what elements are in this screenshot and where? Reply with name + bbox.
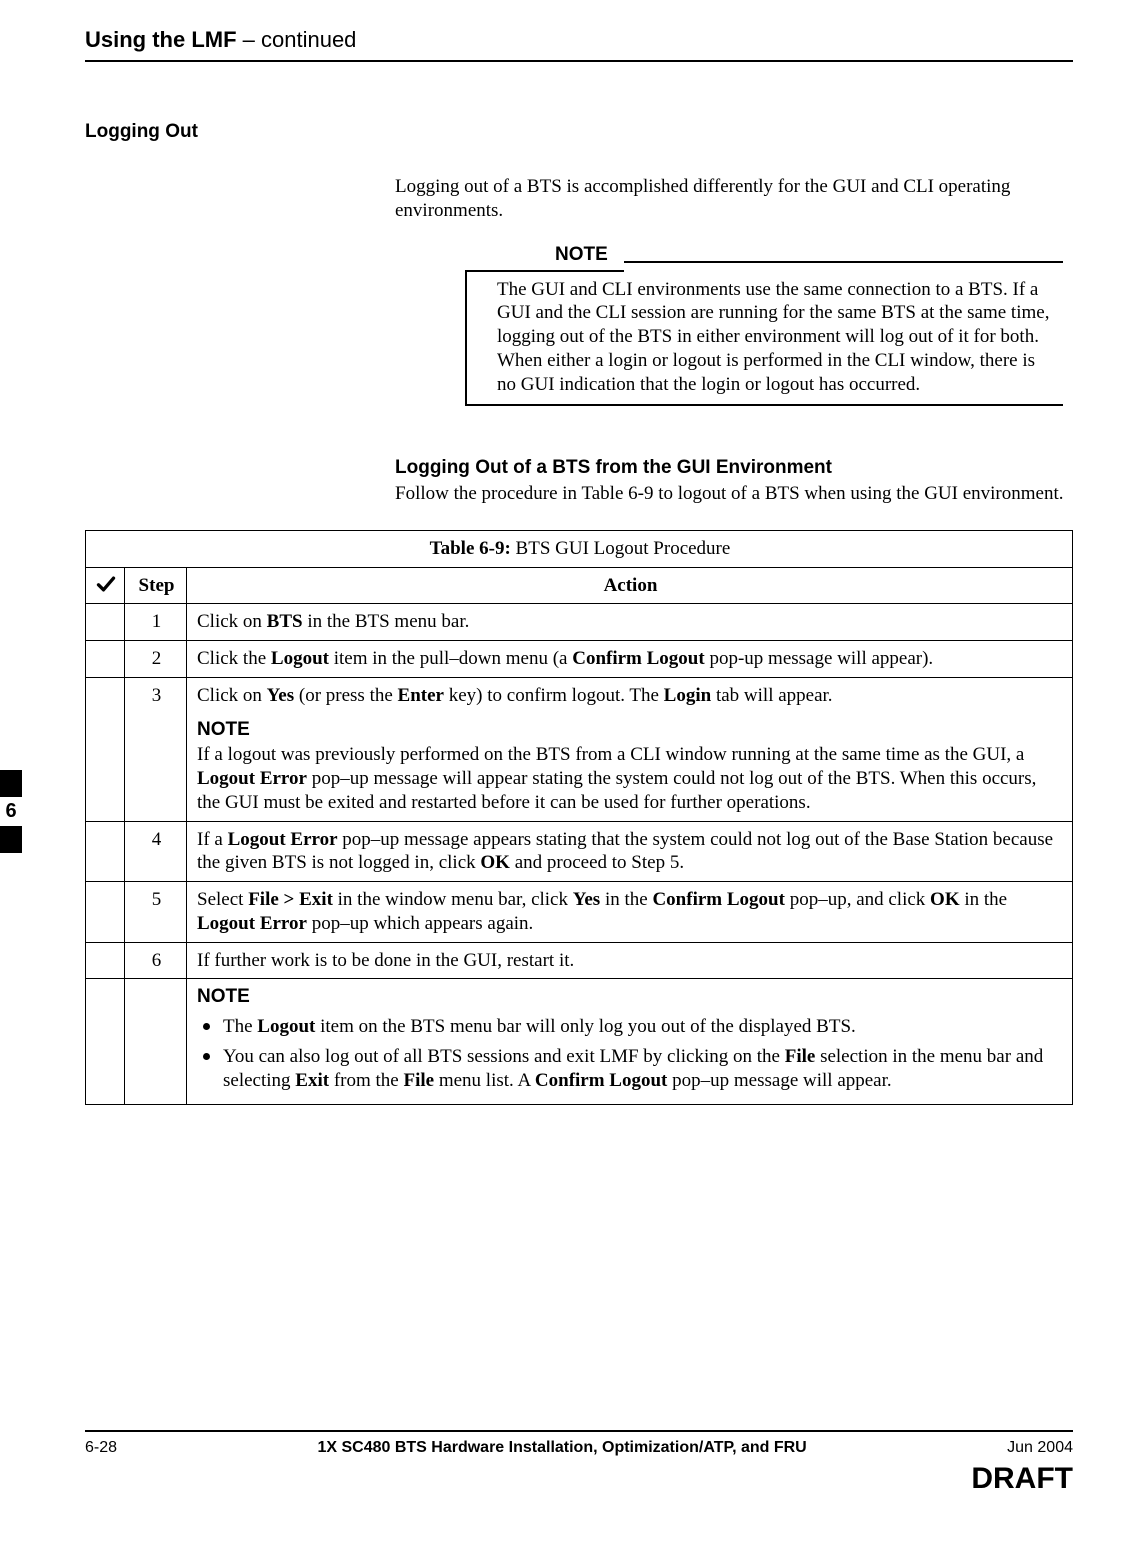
step-cell: 6: [125, 942, 187, 979]
action-cell: Select File > Exit in the window menu ba…: [187, 882, 1073, 943]
check-cell: [86, 677, 125, 821]
check-cell: [86, 641, 125, 678]
note-body: The GUI and CLI environments use the sam…: [465, 272, 1063, 407]
table-row: 4If a Logout Error pop–up message appear…: [86, 821, 1073, 882]
col-check-header: [86, 567, 125, 604]
footer-draft-label: DRAFT: [85, 1460, 1073, 1498]
check-cell: [86, 821, 125, 882]
step-cell: [125, 979, 187, 1105]
note-bullet-list: The Logout item on the BTS menu bar will…: [197, 1015, 1064, 1092]
footer-page-number: 6-28: [85, 1438, 117, 1458]
step-cell: 5: [125, 882, 187, 943]
step-cell: 2: [125, 641, 187, 678]
check-cell: [86, 882, 125, 943]
table-header-row: Step Action: [86, 567, 1073, 604]
action-cell: Click on BTS in the BTS menu bar.: [187, 604, 1073, 641]
action-cell: NOTE The Logout item on the BTS menu bar…: [187, 979, 1073, 1105]
running-header: Using the LMF – continued: [85, 26, 1073, 62]
footer-doc-title: 1X SC480 BTS Hardware Installation, Opti…: [317, 1438, 806, 1458]
chapter-number: 6: [0, 797, 22, 826]
subsection-intro: Follow the procedure in Table 6-9 to log…: [395, 482, 1073, 506]
section-heading: Logging Out: [85, 120, 1073, 144]
table-row: NOTE The Logout item on the BTS menu bar…: [86, 979, 1073, 1105]
table-row: 2Click the Logout item in the pull–down …: [86, 641, 1073, 678]
check-cell: [86, 942, 125, 979]
page-footer: 6-28 1X SC480 BTS Hardware Installation,…: [85, 1430, 1073, 1498]
check-cell: [86, 604, 125, 641]
checkmark-icon: [96, 574, 116, 594]
step-cell: 3: [125, 677, 187, 821]
page-content: Using the LMF – continued Logging Out Lo…: [85, 26, 1073, 1105]
table-title: Table 6-9: BTS GUI Logout Procedure: [86, 530, 1073, 567]
table-row: 6If further work is to be done in the GU…: [86, 942, 1073, 979]
subintro-post: to logout of a BTS when using the GUI en…: [653, 483, 1063, 504]
running-header-suffix: – continued: [237, 27, 357, 52]
footer-rule: [85, 1430, 1073, 1432]
running-header-title: Using the LMF: [85, 27, 237, 52]
subsection-heading: Logging Out of a BTS from the GUI Enviro…: [395, 456, 1073, 480]
action-cell: If further work is to be done in the GUI…: [187, 942, 1073, 979]
note-label: NOTE: [197, 985, 1064, 1009]
table-row: 5Select File > Exit in the window menu b…: [86, 882, 1073, 943]
note-label: NOTE: [465, 243, 624, 272]
table-row: 1Click on BTS in the BTS menu bar.: [86, 604, 1073, 641]
action-cell: Click the Logout item in the pull–down m…: [187, 641, 1073, 678]
col-action-header: Action: [187, 567, 1073, 604]
intro-paragraph: Logging out of a BTS is accomplished dif…: [395, 175, 1073, 223]
check-cell: [86, 979, 125, 1105]
subintro-table-ref: Table 6-9: [581, 483, 653, 504]
section-body: Logging out of a BTS is accomplished dif…: [395, 175, 1073, 506]
note-box: NOTE The GUI and CLI environments use th…: [465, 243, 1063, 407]
procedure-table: Table 6-9: BTS GUI Logout Procedure Step…: [85, 530, 1073, 1106]
table-title-row: Table 6-9: BTS GUI Logout Procedure: [86, 530, 1073, 567]
note-rule: [624, 261, 1063, 263]
thumb-block-top: [0, 770, 22, 797]
footer-date: Jun 2004: [1007, 1438, 1073, 1458]
subintro-pre: Follow the procedure in: [395, 483, 581, 504]
list-item: You can also log out of all BTS sessions…: [197, 1045, 1064, 1093]
thumb-block-bottom: [0, 826, 22, 853]
list-item: The Logout item on the BTS menu bar will…: [197, 1015, 1064, 1039]
step-cell: 4: [125, 821, 187, 882]
chapter-thumb-tab: 6: [0, 770, 22, 853]
action-cell: If a Logout Error pop–up message appears…: [187, 821, 1073, 882]
action-cell: Click on Yes (or press the Enter key) to…: [187, 677, 1073, 821]
step-cell: 1: [125, 604, 187, 641]
table-row: 3Click on Yes (or press the Enter key) t…: [86, 677, 1073, 821]
col-step-header: Step: [125, 567, 187, 604]
